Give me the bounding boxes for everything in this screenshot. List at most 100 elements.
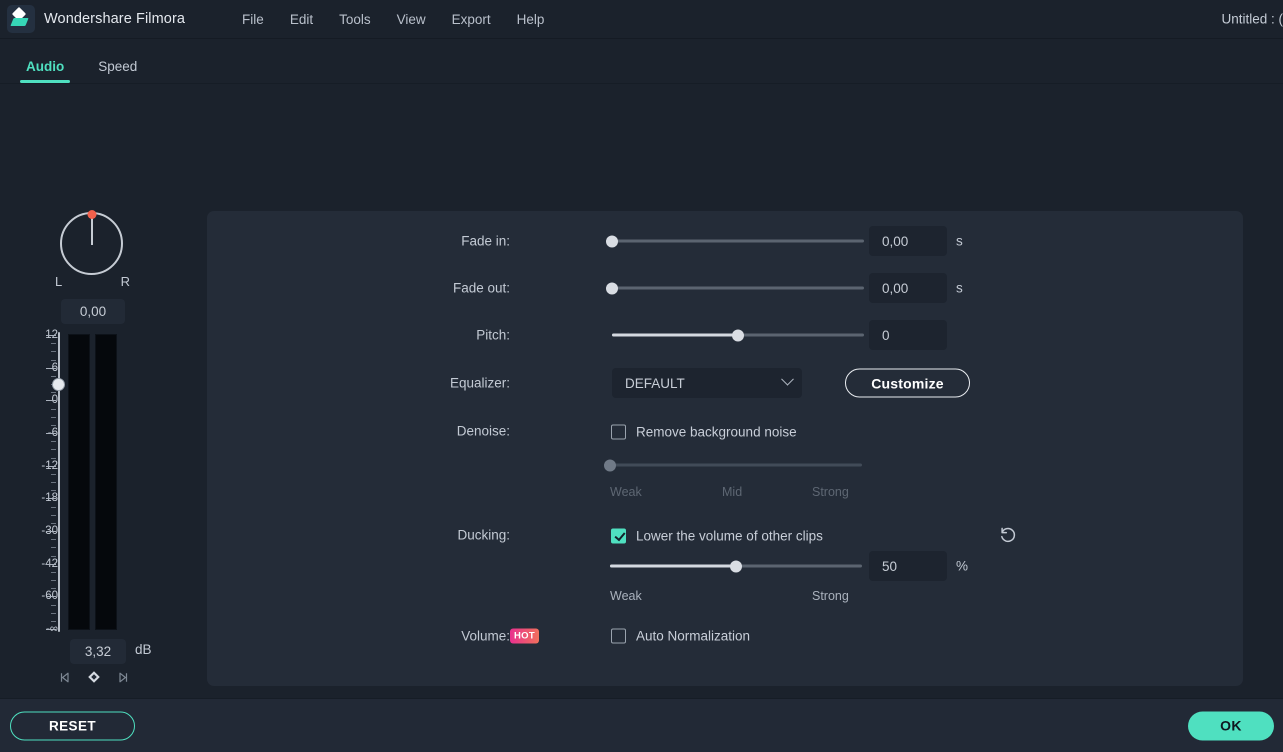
logo-parallelogram-shape [10, 18, 29, 26]
equalizer-label: Equalizer: [449, 375, 510, 391]
denoise-tick-strong: Strong [812, 485, 849, 499]
ducking-value-field[interactable]: 50 [869, 551, 947, 581]
volume-slider-handle[interactable] [52, 378, 65, 391]
fade-out-label: Fade out: [452, 280, 510, 296]
prev-keyframe-icon[interactable] [58, 671, 71, 688]
workspace: L R 0,00 1260-6-12-18-30-42-60-∞ 3,32 dB… [0, 84, 1283, 698]
db-scale-tick-minor [51, 343, 56, 345]
auto-normalization-checkbox[interactable] [611, 628, 626, 644]
db-scale-tick-minor [51, 555, 56, 557]
denoise-label: Denoise: [456, 423, 510, 439]
db-scale-tick-minor [51, 612, 56, 614]
db-scale-tick-minor [51, 392, 56, 394]
keyframe-controls [58, 670, 130, 688]
fade-out-slider-knob[interactable] [606, 282, 618, 294]
db-scale-tick-minor [51, 449, 56, 451]
fade-in-slider-knob[interactable] [606, 235, 618, 247]
ducking-slider[interactable] [610, 560, 862, 572]
db-scale-tick-minor [51, 490, 56, 492]
volume-slider-track[interactable] [58, 332, 60, 632]
ducking-checkbox-label: Lower the volume of other clips [636, 528, 823, 544]
bottom-bar: RESET OK [0, 698, 1283, 752]
menu-item-file[interactable]: File [229, 8, 277, 31]
tab-audio[interactable]: Audio [20, 59, 71, 83]
pan-left-label: L [55, 274, 63, 289]
meter-bar-right-channel [95, 334, 117, 630]
ducking-checkbox[interactable] [611, 528, 626, 544]
menu-item-tools[interactable]: Tools [326, 8, 384, 31]
pan-channel-labels: L R [55, 274, 130, 289]
db-scale-tick-minor [51, 506, 56, 508]
pitch-slider-knob[interactable] [732, 329, 744, 341]
denoise-slider-knob[interactable] [604, 459, 616, 471]
volume-label: Volume: [461, 628, 510, 644]
menu-item-view[interactable]: View [384, 8, 439, 31]
db-scale-tick-minor [51, 473, 56, 475]
db-scale-tick-minor [51, 375, 56, 377]
pitch-slider[interactable] [612, 329, 864, 341]
denoise-slider-rail [610, 463, 862, 467]
fade-in-value-field[interactable]: 0,00 [869, 226, 947, 256]
app-name: Wondershare Filmora [44, 11, 186, 27]
db-scale-tick-minor [51, 571, 56, 573]
fade-out-slider-rail [612, 286, 864, 290]
db-scale-tick-minor [51, 424, 56, 426]
volume-unit-label: dB [135, 642, 152, 657]
filmora-logo-icon [7, 5, 35, 33]
equalizer-selected-value: DEFAULT [625, 375, 685, 391]
db-scale-tick-minor [51, 408, 56, 410]
fade-in-slider-rail [612, 239, 864, 243]
document-title: Untitled : ( [1221, 11, 1283, 27]
hot-badge: HOT [510, 628, 539, 644]
customize-button[interactable]: Customize [845, 368, 970, 398]
menu-item-help[interactable]: Help [504, 8, 558, 31]
db-scale-tick-major [46, 596, 56, 598]
fade-out-unit-label: s [956, 280, 963, 296]
db-scale-ticks [46, 332, 56, 632]
reset-button[interactable]: RESET [10, 711, 135, 740]
ducking-checkbox-row[interactable]: Lower the volume of other clips [611, 528, 823, 544]
equalizer-select[interactable]: DEFAULT [612, 368, 802, 398]
db-scale-tick-major [46, 433, 56, 434]
fade-in-slider[interactable] [606, 235, 864, 247]
tab-speed[interactable]: Speed [92, 59, 143, 83]
db-scale-tick-minor [51, 580, 56, 581]
menu-item-export[interactable]: Export [439, 8, 504, 31]
auto-normalization-label: Auto Normalization [636, 628, 751, 644]
db-scale-tick-major [46, 367, 56, 369]
db-scale-tick-minor [51, 604, 56, 606]
denoise-slider[interactable] [604, 459, 862, 471]
title-bar: Wondershare Filmora File Edit Tools View… [0, 0, 1283, 39]
pan-knob-icon[interactable] [60, 210, 123, 275]
fade-out-slider[interactable] [606, 282, 864, 294]
db-scale-tick-major [46, 563, 56, 565]
pitch-label: Pitch: [476, 327, 510, 343]
ducking-unit-label: % [956, 558, 969, 574]
db-scale-tick-minor [51, 482, 56, 483]
db-scale-tick-major [46, 465, 56, 467]
db-scale-tick-major [46, 629, 56, 630]
volume-value-field[interactable]: 3,32 [70, 639, 126, 664]
db-scale-tick-minor [51, 588, 56, 590]
denoise-checkbox[interactable] [611, 424, 626, 440]
chevron-down-icon [781, 372, 794, 386]
add-keyframe-icon[interactable] [87, 670, 101, 688]
audio-meter-column: L R 0,00 1260-6-12-18-30-42-60-∞ 3,32 dB [0, 84, 190, 698]
denoise-checkbox-row[interactable]: Remove background noise [611, 424, 797, 440]
db-scale-tick-minor [51, 547, 56, 549]
pan-indicator-dot [87, 210, 96, 219]
tab-bar: Audio Speed [0, 39, 1283, 84]
denoise-tick-mid: Mid [722, 485, 743, 499]
auto-normalization-checkbox-row[interactable]: Auto Normalization [611, 628, 751, 644]
next-keyframe-icon[interactable] [117, 671, 130, 688]
reset-arrow-icon[interactable] [998, 525, 1018, 545]
pan-value-field[interactable]: 0,00 [61, 299, 125, 324]
fade-out-value-field[interactable]: 0,00 [869, 273, 947, 303]
pitch-value-field[interactable]: 0 [869, 320, 947, 350]
ducking-slider-knob[interactable] [730, 560, 742, 572]
menu-bar: File Edit Tools View Export Help [229, 8, 557, 31]
ok-button[interactable]: OK [1188, 711, 1274, 740]
db-scale-tick-minor [51, 457, 56, 459]
menu-item-edit[interactable]: Edit [277, 8, 326, 31]
pan-needle [90, 218, 93, 245]
